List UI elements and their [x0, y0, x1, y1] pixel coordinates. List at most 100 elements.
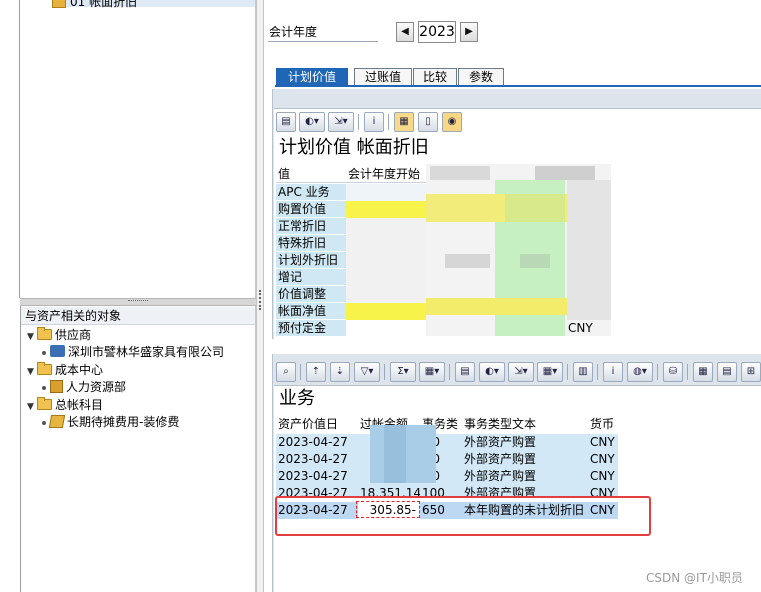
views-icon[interactable]: ◐▾	[479, 362, 505, 382]
document-icon[interactable]: ▯	[418, 112, 438, 132]
pixel-block	[505, 194, 565, 222]
collapse-icon[interactable]: ▼	[27, 329, 37, 346]
tab-planned-values[interactable]: 计划价值	[276, 68, 348, 86]
expand-icon[interactable]: ⊞	[741, 362, 761, 382]
pixel-block	[535, 166, 595, 180]
table-row-date[interactable]: 2023-04-27	[276, 451, 358, 468]
sort-ascending-icon[interactable]: ⇡	[306, 362, 326, 382]
toolbar-separator	[388, 114, 389, 130]
column-header-fy-start[interactable]: 会计年度开始	[346, 166, 426, 183]
layout-icon[interactable]: ▦	[394, 112, 414, 132]
info-icon[interactable]: i	[364, 112, 384, 132]
row-apc: APC 业务	[276, 184, 346, 201]
cell-nbv-fy-start	[346, 303, 426, 320]
pixel-block	[445, 254, 490, 268]
layout-icon[interactable]: ▦▾	[537, 362, 563, 382]
folder-icon	[52, 0, 66, 8]
tab-parameters[interactable]: 参数	[458, 68, 504, 86]
tree-node-cost-center[interactable]: ▼ 成本中心	[27, 362, 103, 379]
tab-comparison[interactable]: 比较	[413, 68, 457, 86]
arrow-left-icon: ◀	[401, 26, 409, 37]
next-year-button[interactable]: ▶	[460, 22, 478, 42]
row-acquisition: 购置价值	[276, 201, 346, 218]
filter-icon[interactable]: ▽▾	[354, 362, 380, 382]
grid-icon[interactable]: ▦	[693, 362, 713, 382]
toolbar-separator	[597, 364, 598, 380]
tree-node-label: 成本中心	[55, 363, 104, 377]
export-icon[interactable]: ⇲▾	[508, 362, 534, 382]
tree-node-gl-account[interactable]: ▼ 总帐科目	[27, 397, 103, 414]
tab-strip-line	[275, 85, 761, 87]
cell-apc-fy-start	[346, 184, 426, 201]
row-unplanned-dep: 计划外折旧	[276, 252, 346, 269]
pixel-block	[384, 425, 406, 483]
pane-border	[19, 0, 20, 298]
column-header-currency[interactable]: 货币	[588, 416, 618, 433]
subtotal-icon[interactable]: ▦▾	[419, 362, 445, 382]
tree-node-vendor[interactable]: ▼ 供应商	[27, 327, 91, 344]
table-row-currency[interactable]: CNY	[588, 434, 618, 451]
database-icon[interactable]: ⛁	[663, 362, 683, 382]
pixel-block	[430, 166, 490, 180]
tree-leaf-gl-account[interactable]: 长期待摊费用-装修费	[42, 414, 179, 431]
print-icon[interactable]: ▤	[276, 112, 296, 132]
sum-icon[interactable]: Σ▾	[390, 362, 416, 382]
tree-leaf-vendor[interactable]: 深圳市譬林华盛家具有限公司	[42, 344, 224, 361]
table-row-text[interactable]: 外部资产购置	[462, 451, 588, 468]
previous-year-button[interactable]: ◀	[396, 22, 414, 42]
column-header-value[interactable]: 值	[276, 166, 346, 183]
toolbar-separator	[358, 114, 359, 130]
document-icon[interactable]: ◍▾	[627, 362, 653, 382]
arrow-right-icon: ▶	[465, 26, 473, 37]
row-down-payment: 预付定金	[276, 320, 346, 337]
chart-icon[interactable]: ▥	[573, 362, 593, 382]
vendor-icon	[50, 345, 65, 357]
tree-item-depreciation-area[interactable]: 01 帐面折旧	[52, 0, 255, 9]
folder-icon	[37, 362, 52, 375]
detail-icon[interactable]: ⌕	[276, 362, 296, 382]
toolbar-separator	[449, 364, 450, 380]
views-icon[interactable]: ◐▾	[299, 112, 325, 132]
fiscal-year-input[interactable]: 2023	[418, 21, 456, 43]
currency-cell: CNY	[568, 321, 593, 335]
column-header-trans-text[interactable]: 事务类型文本	[462, 416, 588, 433]
table-row-date[interactable]: 2023-04-27	[276, 434, 358, 451]
bullet-icon	[42, 350, 46, 355]
toolbar-separator	[687, 364, 688, 380]
collapse-icon[interactable]: ▼	[27, 364, 37, 381]
table-row-text[interactable]: 外部资产购置	[462, 434, 588, 451]
bookmark-icon[interactable]: ◉	[442, 112, 462, 132]
tree-leaf-label: 长期待摊费用-装修费	[67, 415, 180, 429]
row-ordinary-dep: 正常折旧	[276, 218, 346, 235]
gl-account-icon	[48, 415, 66, 428]
tab-posted-values[interactable]: 过账值	[354, 68, 412, 86]
highlight-annotation	[275, 496, 651, 536]
fiscal-year-label: 会计年度	[269, 25, 318, 39]
print-icon[interactable]: ▤	[455, 362, 475, 382]
tree-leaf-cost-center[interactable]: 人力资源部	[42, 379, 126, 396]
tree-node-label: 供应商	[55, 328, 92, 342]
tree-icon[interactable]: ▤	[717, 362, 737, 382]
export-icon[interactable]: ⇲▾	[328, 112, 354, 132]
table-row-text[interactable]: 外部资产购置	[462, 468, 588, 485]
table-row-currency[interactable]: CNY	[588, 451, 618, 468]
folder-icon	[37, 327, 52, 340]
organization-icon	[50, 380, 63, 393]
planned-values-title: 计划价值 帐面折旧	[279, 137, 429, 158]
tree-leaf-label: 深圳市譬林华盛家具有限公司	[68, 345, 225, 359]
toolbar-separator	[657, 364, 658, 380]
splitter-grip-icon[interactable]	[128, 300, 148, 303]
toolbar-separator	[567, 364, 568, 380]
row-special-dep: 特殊折旧	[276, 235, 346, 252]
table-row-currency[interactable]: CNY	[588, 468, 618, 485]
toolbar-separator	[300, 364, 301, 380]
bullet-icon	[42, 420, 46, 425]
info-icon[interactable]: i	[603, 362, 623, 382]
sort-descending-icon[interactable]: ⇣	[330, 362, 350, 382]
field-underline	[268, 41, 378, 42]
table-row-date[interactable]: 2023-04-27	[276, 468, 358, 485]
splitter-grip-icon[interactable]	[259, 290, 261, 310]
collapse-icon[interactable]: ▼	[27, 399, 37, 416]
planned-values-toolbar: ▤ ◐▾ ⇲▾ i ▦ ▯ ◉	[276, 112, 476, 134]
column-header-date[interactable]: 资产价值日	[276, 416, 358, 433]
